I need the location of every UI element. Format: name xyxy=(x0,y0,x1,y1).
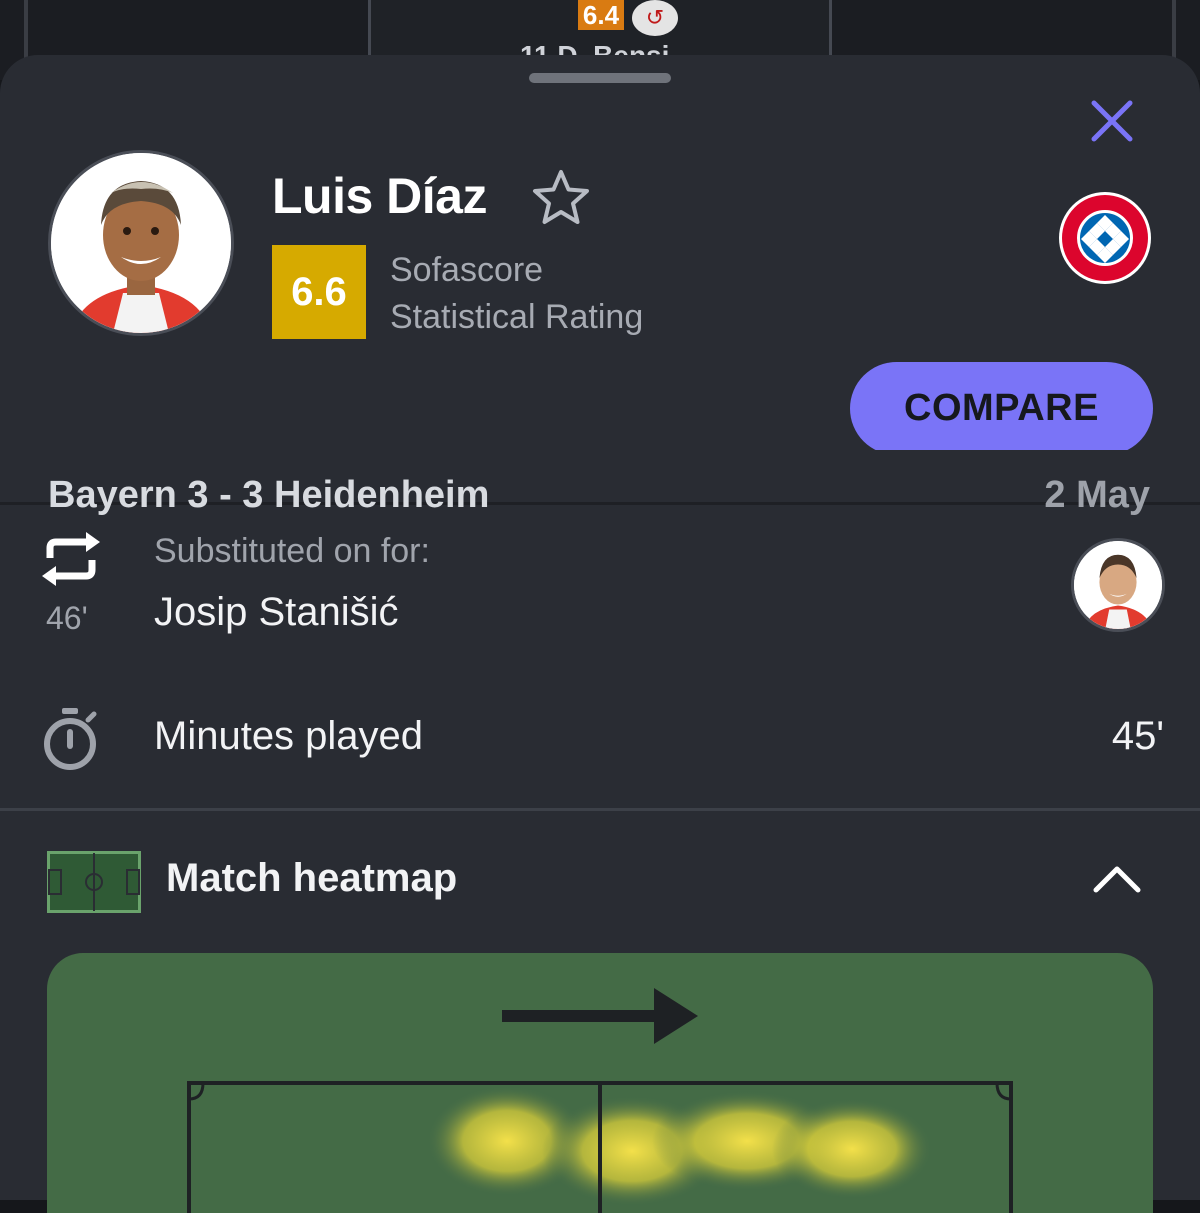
arrow-right-icon xyxy=(502,988,698,1044)
substitution-minute: 46' xyxy=(46,600,88,636)
substituted-player-avatar[interactable] xyxy=(1071,538,1165,632)
rating-label-line1: Sofascore xyxy=(390,251,544,289)
rating-label-line2: Statistical Rating xyxy=(390,298,644,336)
star-outline-icon[interactable] xyxy=(530,167,592,229)
lineup-player-rating: 6.4 xyxy=(578,0,624,30)
heatmap-title: Match heatmap xyxy=(166,856,458,900)
substituted-player-name[interactable]: Josip Stanišić xyxy=(154,590,399,635)
player-name: Luis Díaz xyxy=(272,168,487,224)
player-rating-badge: 6.6 xyxy=(272,245,366,339)
player-avatar xyxy=(48,150,234,336)
header-shadow xyxy=(0,450,1200,474)
chevron-up-icon[interactable] xyxy=(1090,860,1144,896)
stopwatch-icon xyxy=(44,708,97,770)
substitution-badge-icon: ↺ xyxy=(632,0,678,36)
minutes-played-value: 45' xyxy=(1111,714,1164,758)
minutes-played-label: Minutes played xyxy=(154,714,424,758)
pitch-icon xyxy=(47,851,141,913)
match-date: 2 May xyxy=(1044,474,1150,516)
club-logo[interactable] xyxy=(1058,191,1152,285)
section-divider xyxy=(0,808,1200,811)
heat-zone xyxy=(772,1099,932,1199)
close-icon[interactable] xyxy=(1086,95,1138,147)
heatmap-panel xyxy=(47,953,1153,1213)
swap-icon xyxy=(42,532,100,586)
compare-button[interactable]: COMPARE xyxy=(850,362,1153,455)
rating-label: Sofascore Statistical Rating xyxy=(390,247,643,341)
substitution-label: Substituted on for: xyxy=(154,532,430,570)
match-title[interactable]: Bayern 3 - 3 Heidenheim xyxy=(48,474,489,517)
heatmap-pitch xyxy=(187,1081,1013,1213)
drag-handle[interactable] xyxy=(529,73,671,83)
